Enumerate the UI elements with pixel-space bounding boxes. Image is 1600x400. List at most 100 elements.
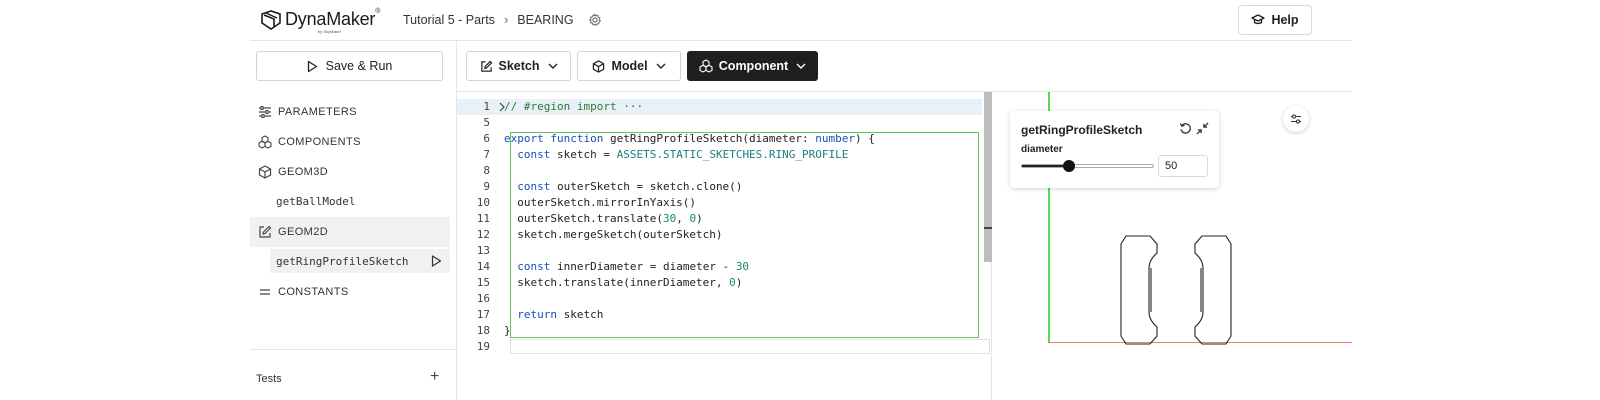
code-token: 0: [729, 276, 736, 289]
breadcrumb-project[interactable]: Tutorial 5 - Parts: [403, 13, 495, 27]
breadcrumb-component[interactable]: BEARING: [517, 13, 573, 27]
code-token: 30: [735, 260, 750, 273]
play-icon: [307, 60, 317, 72]
line-number: 5: [483, 116, 490, 129]
model-label: Model: [611, 59, 648, 73]
reset-icon[interactable]: [1179, 122, 1192, 135]
code-line[interactable]: 18}: [457, 323, 982, 339]
code-line[interactable]: 7 const sketch = ASSETS.STATIC_SKETCHES.…: [457, 147, 982, 163]
gear-icon[interactable]: [588, 13, 602, 27]
code-token: sketch.mergeSketch(outerSketch): [504, 228, 723, 241]
code-token: ): [696, 212, 703, 225]
dynamaker-logo[interactable]: DynaMaker ® by SkyMaker: [260, 8, 380, 34]
collapse-icon[interactable]: [1196, 122, 1209, 135]
brand-subtitle: by SkyMaker: [318, 29, 342, 34]
graduation-cap-icon: [1251, 14, 1266, 25]
code-line[interactable]: 19: [457, 339, 982, 355]
sidebar-item-label: CONSTANTS: [278, 286, 349, 298]
app-window: DynaMaker ® by SkyMaker Tutorial 5 - Part…: [250, 0, 1352, 400]
diameter-input[interactable]: 50: [1158, 155, 1208, 177]
code-line[interactable]: 8: [457, 163, 982, 179]
line-number: 11: [476, 212, 490, 225]
components-icon: [699, 59, 713, 73]
line-number: 10: [476, 196, 490, 209]
code-token: sketch: [557, 308, 604, 321]
code-token: const: [517, 148, 551, 161]
code-line[interactable]: 1 // #region import ···: [457, 99, 982, 115]
code-line[interactable]: 5: [457, 115, 982, 131]
code-line[interactable]: 10 outerSketch.mirrorInYaxis(): [457, 195, 982, 211]
code-line[interactable]: 11 outerSketch.translate(30, 0): [457, 211, 982, 227]
sidebar-item-label: getBallModel: [276, 194, 356, 208]
sidebar-item-components[interactable]: COMPONENTS: [250, 127, 456, 157]
help-button[interactable]: Help: [1238, 5, 1312, 35]
code-token: return: [517, 308, 557, 321]
line-number: 19: [476, 340, 490, 353]
code-text: outerSketch.mirrorInYaxis(): [504, 195, 696, 211]
code-text: // #region import ···: [504, 99, 643, 115]
line-number: 14: [476, 260, 490, 273]
right-ring-profile: [1194, 235, 1232, 345]
model-menu-button[interactable]: Model: [577, 51, 681, 81]
code-line[interactable]: 16: [457, 291, 982, 307]
editor-scrollbar[interactable]: [984, 92, 992, 262]
breadcrumb: Tutorial 5 - Parts › BEARING: [403, 12, 602, 27]
sidebar-item-parameters[interactable]: PARAMETERS: [250, 97, 456, 127]
edit-icon: [480, 60, 492, 72]
code-line[interactable]: 14 const innerDiameter = diameter - 30: [457, 259, 982, 275]
code-token: export: [504, 132, 544, 145]
line-number: 18: [476, 324, 490, 337]
sidebar-item-label: COMPONENTS: [278, 136, 361, 148]
sidebar-item-label: GEOM3D: [278, 166, 329, 178]
component-menu-button[interactable]: Component: [687, 51, 818, 81]
code-line[interactable]: 12 sketch.mergeSketch(outerSketch): [457, 227, 982, 243]
code-token: ): [735, 276, 743, 289]
sketch-label: Sketch: [498, 59, 540, 73]
add-test-icon[interactable]: +: [430, 368, 439, 386]
code-line[interactable]: 9 const outerSketch = sketch.clone(): [457, 179, 982, 195]
chevron-down-icon: [796, 63, 806, 69]
code-text: const innerDiameter = diameter - 30: [504, 259, 749, 275]
parameter-panel: getRingProfileSketch diameter 50: [1010, 111, 1219, 188]
diameter-slider[interactable]: [1021, 160, 1154, 172]
code-line[interactable]: 15 sketch.translate(innerDiameter, 0): [457, 275, 982, 291]
sidebar: Save & Run PARAMETERS COMPONENTS GEOM3D …: [250, 41, 457, 400]
sidebar-item-geom2d[interactable]: GEOM2D: [250, 217, 450, 247]
code-editor[interactable]: 1 // #region import ··· 5 6 export function …: [457, 92, 992, 400]
dynamaker-logo-icon: [261, 10, 281, 30]
code-token: const: [517, 180, 551, 193]
line-number: 9: [483, 180, 490, 193]
sidebar-item-getringprofilesketch[interactable]: getRingProfileSketch: [270, 249, 450, 273]
code-line[interactable]: 17 return sketch: [457, 307, 982, 323]
sketch-menu-button[interactable]: Sketch: [466, 51, 571, 81]
scrollbar-cursor-marker: [984, 227, 992, 229]
sidebar-item-constants[interactable]: CONSTANTS: [250, 277, 456, 307]
run-function-play-icon[interactable]: [431, 255, 442, 267]
save-run-button[interactable]: Save & Run: [256, 51, 443, 81]
tests-label: Tests: [256, 373, 282, 385]
line-number: 7: [483, 148, 490, 161]
slider-thumb[interactable]: [1063, 160, 1076, 172]
code-token: number: [815, 132, 856, 145]
code-token: sketch =: [550, 148, 617, 161]
line-number: 16: [476, 292, 490, 305]
code-line[interactable]: 6 export function getRingProfileSketch(di…: [457, 131, 982, 147]
line-number: 1: [483, 100, 490, 113]
sidebar-item-geom3d[interactable]: GEOM3D: [250, 157, 456, 187]
sidebar-item-getballmodel[interactable]: getBallModel: [250, 189, 456, 213]
sidebar-item-label: getRingProfileSketch: [276, 254, 409, 268]
viewer-settings-button[interactable]: [1283, 106, 1309, 132]
editor-toolbar: Sketch Model Component: [457, 41, 1352, 92]
cube-icon: [593, 59, 605, 73]
settings-sliders-icon: [1291, 114, 1301, 124]
code-token: }: [504, 324, 511, 337]
top-header: DynaMaker ® by SkyMaker Tutorial 5 - Part…: [250, 0, 1352, 41]
sidebar-item-label: PARAMETERS: [278, 106, 357, 118]
brand-name: DynaMaker: [285, 9, 376, 29]
sketch-viewer[interactable]: getRingProfileSketch diameter 50: [993, 92, 1352, 400]
code-line[interactable]: 13: [457, 243, 982, 259]
